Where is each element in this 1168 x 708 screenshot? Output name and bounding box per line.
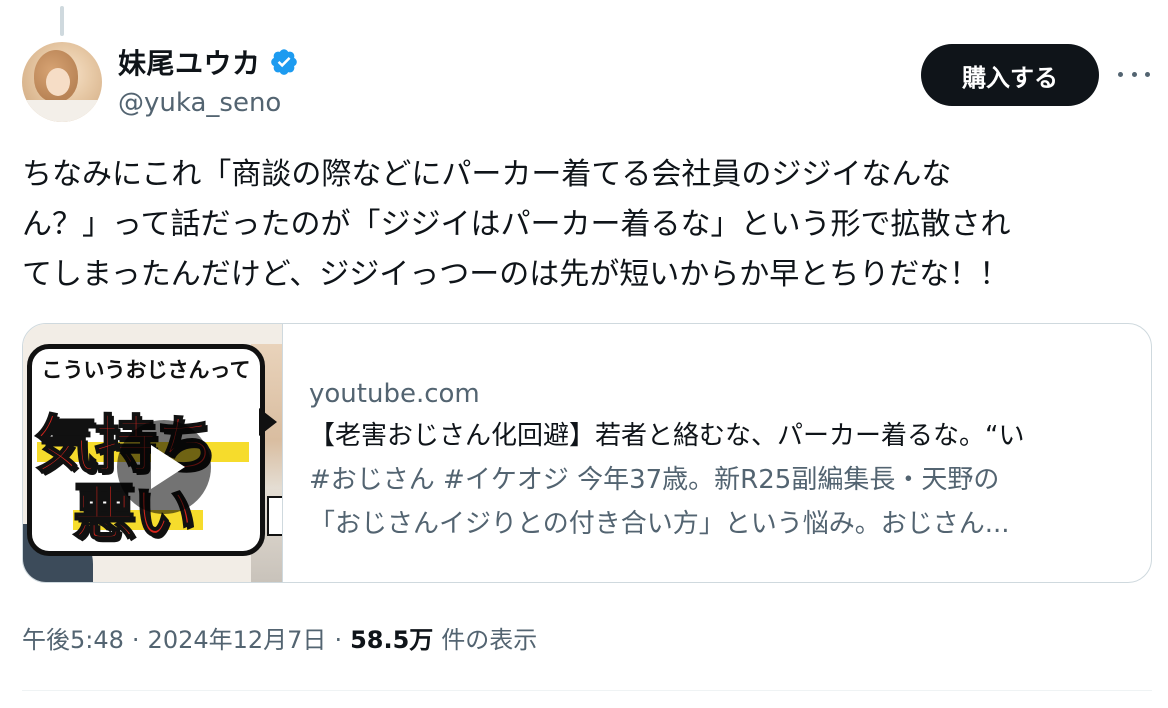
meta-separator: · — [131, 626, 140, 654]
video-thumbnail[interactable]: こういうおじさんって 気持ち 悪い — [23, 324, 283, 582]
more-dot-icon — [1131, 71, 1137, 77]
link-preview-card[interactable]: こういうおじさんって 気持ち 悪い youtube.com 【老害おじさん化回避… — [22, 323, 1152, 583]
tweet-meta: 午後5:48 · 2024年12月7日 · 58.5万 件の表示 — [22, 620, 537, 655]
more-options-icon[interactable] — [1118, 64, 1150, 84]
play-icon[interactable] — [117, 420, 211, 514]
tweet-text-line: ん？」って話だったのが「ジジイはパーカー着るな」という形で拡散され — [22, 207, 1011, 242]
thread-connector-line — [60, 6, 64, 36]
divider — [22, 690, 1152, 691]
play-triangle-icon — [151, 445, 185, 489]
card-text-block: youtube.com 【老害おじさん化回避】若者と絡むな、パーカー着るな。“い… — [309, 376, 1129, 546]
avatar-face — [46, 68, 70, 96]
thumbnail-caption-small: こういうおじさんって — [41, 358, 251, 382]
thumbnail-name-tag — [267, 496, 282, 536]
more-dot-icon — [1118, 71, 1123, 77]
avatar-shirt — [22, 100, 102, 122]
views-label: 件の表示 — [441, 626, 538, 654]
tweet-text: ちなみにこれ「商談の際などにパーカー着てる会社員のジジイなんな ん？」って話だっ… — [22, 150, 1152, 300]
author-handle[interactable]: @yuka_seno — [118, 88, 281, 118]
verified-badge-icon[interactable] — [269, 47, 299, 77]
card-description-line: #おじさん #イケオジ 今年37歳。新R25副編集長・天野の — [309, 465, 1000, 495]
meta-separator: · — [334, 626, 343, 654]
card-title: 【老害おじさん化回避】若者と絡むな、パーカー着るな。“い — [309, 421, 1025, 451]
tweet-time[interactable]: 午後5:48 — [22, 620, 124, 655]
author-display-name[interactable]: 妹尾ユウカ — [118, 42, 261, 82]
tweet-text-line: てしまったんだけど、ジジイっつーのは先が短いからか早とちりだな！！ — [22, 257, 1010, 292]
tweet-detail: 妹尾ユウカ @yuka_seno 購入する ちなみにこれ「商談の際などにパーカー… — [0, 0, 1168, 708]
buy-button[interactable]: 購入する — [921, 44, 1099, 106]
thumbnail-speech-bubble-tail — [259, 408, 277, 436]
avatar[interactable] — [22, 42, 102, 122]
card-domain: youtube.com — [309, 379, 480, 409]
card-description-line: 「おじさんイジりとの付き合い方」という悩み。おじさん... — [309, 509, 1010, 539]
more-dot-icon — [1145, 71, 1150, 77]
tweet-text-line: ちなみにこれ「商談の際などにパーカー着てる会社員のジジイなんな — [22, 157, 952, 192]
author-name-row: 妹尾ユウカ — [118, 42, 299, 82]
views-count[interactable]: 58.5万 — [350, 620, 433, 655]
tweet-date[interactable]: 2024年12月7日 — [148, 620, 327, 655]
